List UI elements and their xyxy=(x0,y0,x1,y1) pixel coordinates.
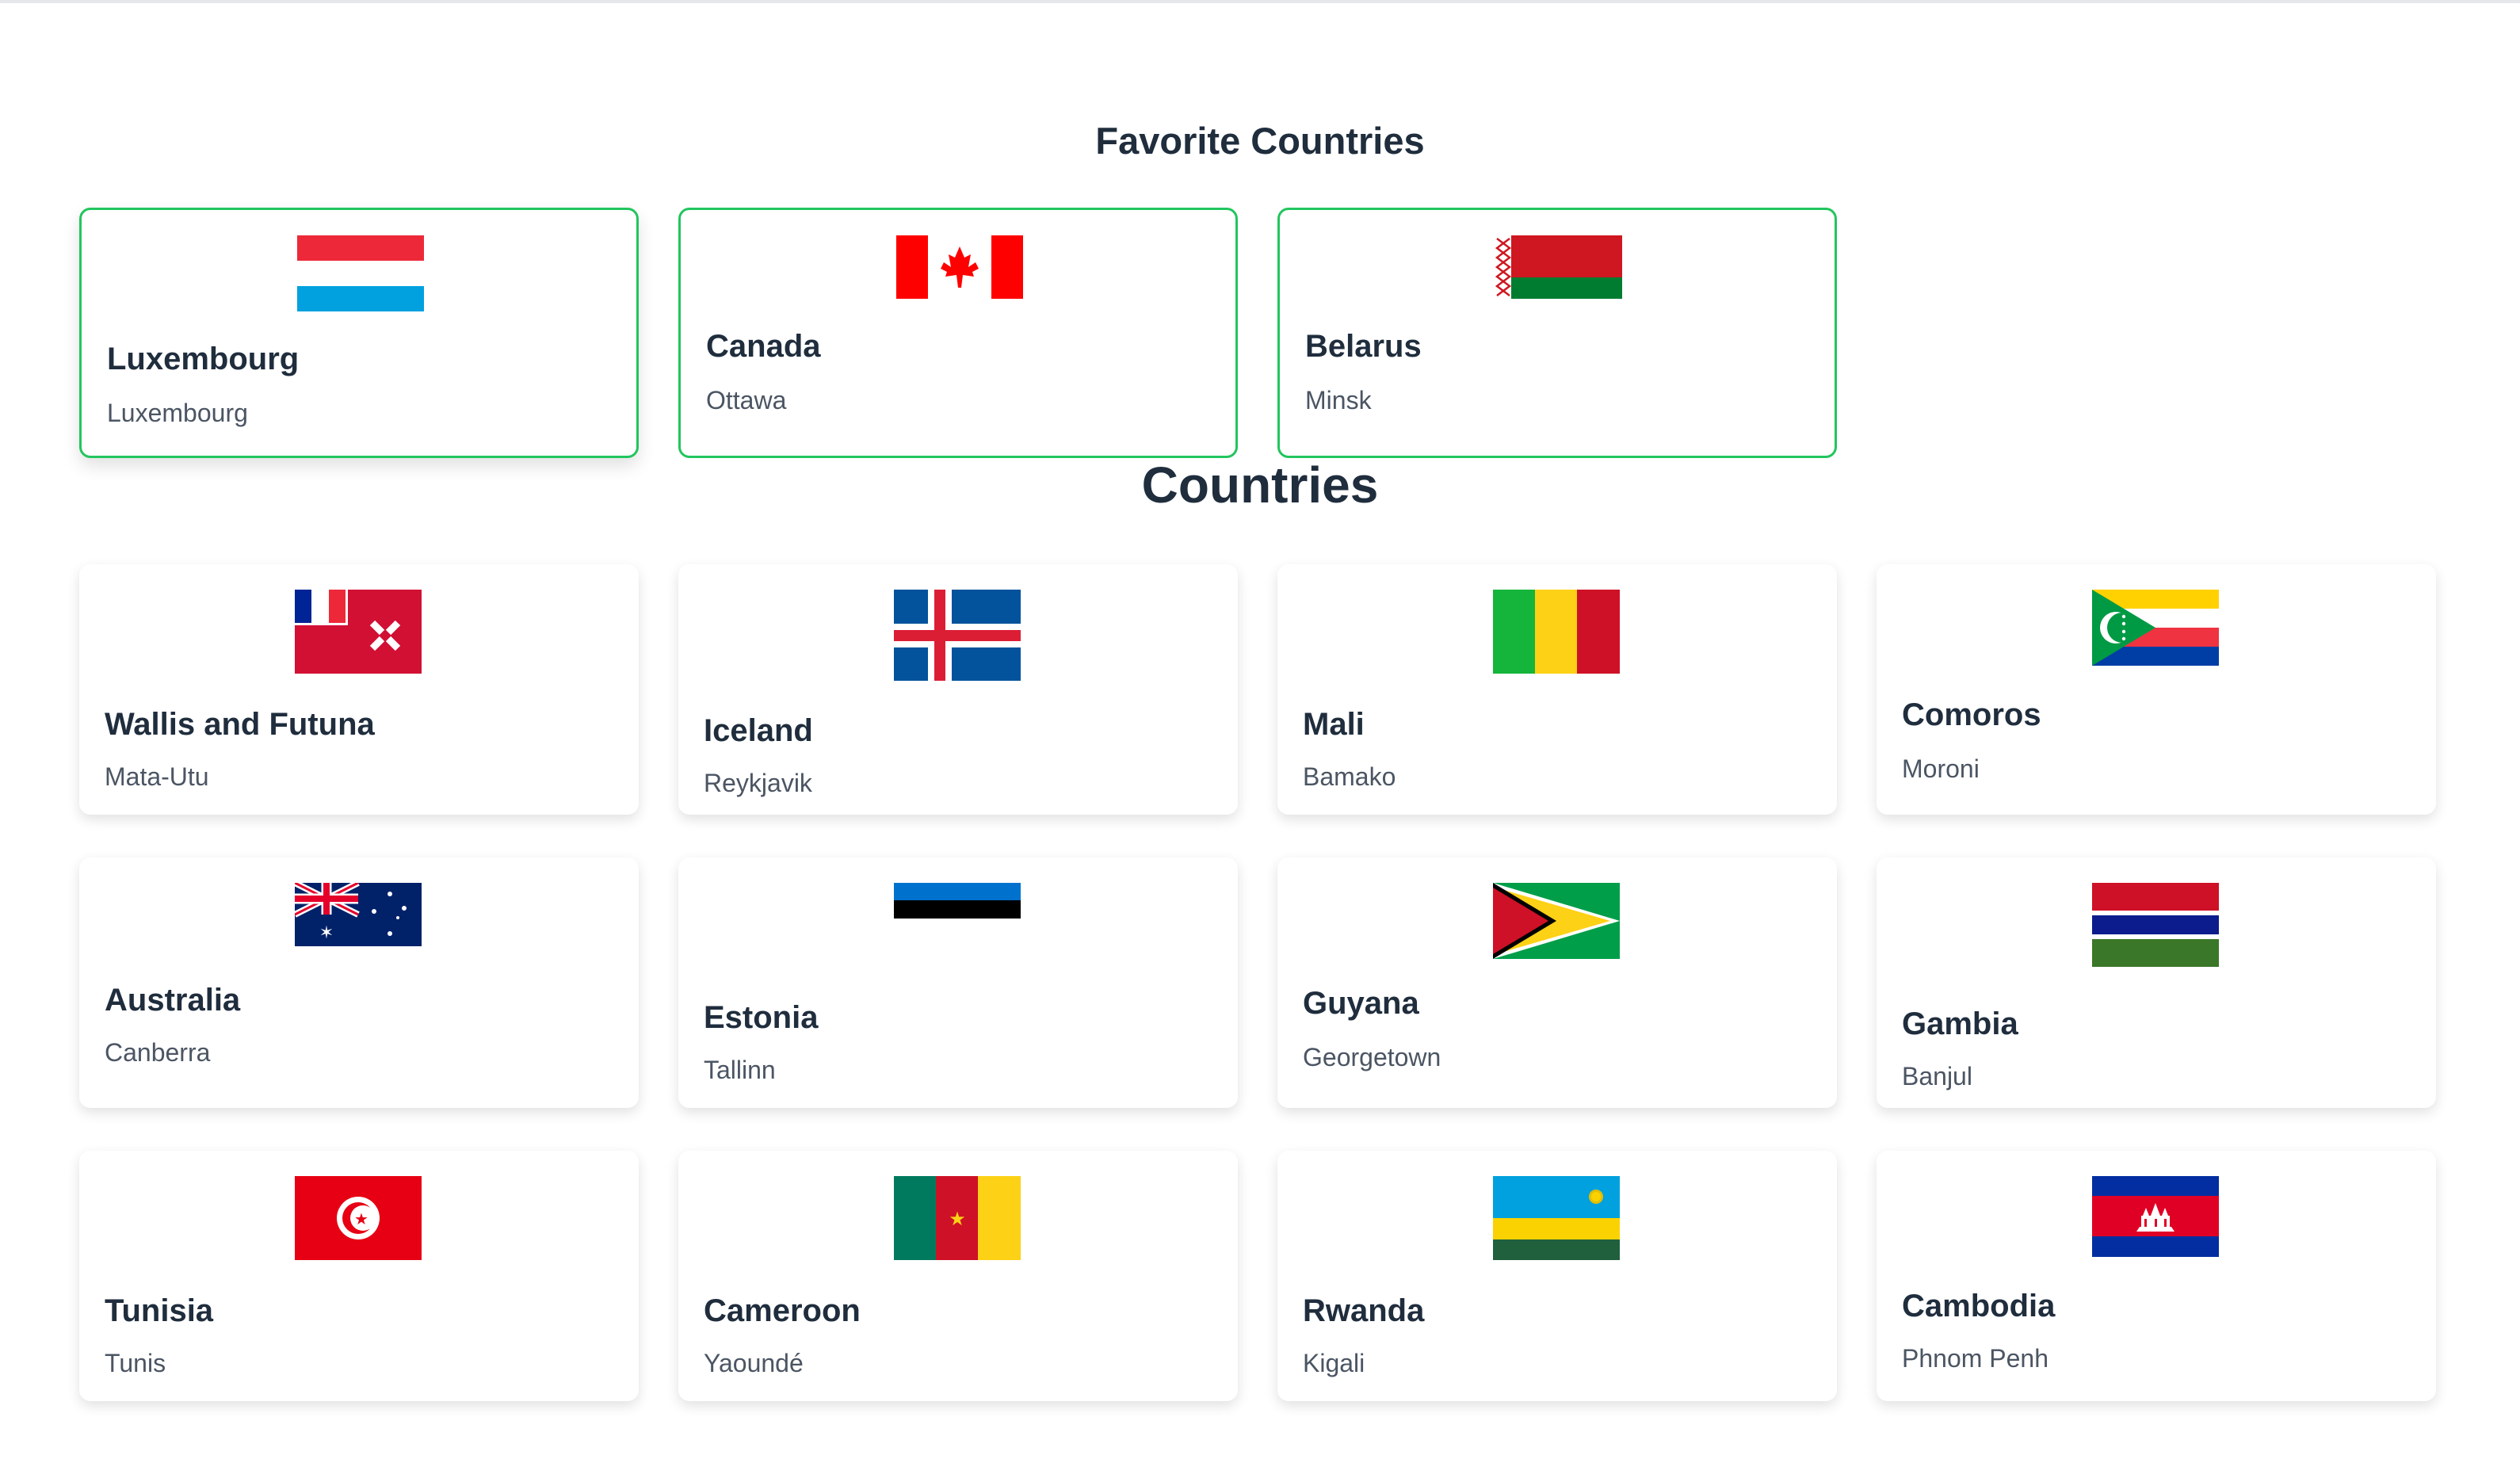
country-capital: Mata-Utu xyxy=(105,762,209,791)
favorite-card-luxembourg[interactable]: Luxembourg Luxembourg xyxy=(79,208,639,458)
cambodia-flag-icon xyxy=(2092,1176,2219,1257)
country-card-guyana[interactable]: Guyana Georgetown xyxy=(1277,857,1837,1108)
svg-text:★: ★ xyxy=(949,1208,966,1230)
country-name: Iceland xyxy=(704,713,813,748)
canada-flag-icon xyxy=(896,235,1023,299)
country-capital: Tallinn xyxy=(704,1056,776,1084)
country-capital: Banjul xyxy=(1902,1062,1972,1090)
luxembourg-flag-icon xyxy=(297,235,424,311)
cameroon-flag-icon: ★ xyxy=(894,1176,1021,1260)
country-card-mali[interactable]: Mali Bamako xyxy=(1277,564,1837,815)
country-name: Estonia xyxy=(704,1000,819,1035)
countries-heading: Countries xyxy=(1141,456,1379,514)
favorite-card-belarus[interactable]: Belarus Minsk xyxy=(1277,208,1837,458)
country-capital: Kigali xyxy=(1303,1349,1365,1377)
country-card-iceland[interactable]: Iceland Reykjavik xyxy=(678,564,1238,815)
guyana-flag-icon xyxy=(1493,883,1620,959)
country-capital: Yaoundé xyxy=(704,1349,804,1377)
country-capital: Reykjavik xyxy=(704,769,812,797)
wallis-and-futuna-flag-icon xyxy=(295,590,422,674)
country-name: Luxembourg xyxy=(107,342,300,376)
country-name: Australia xyxy=(105,983,241,1018)
country-name: Comoros xyxy=(1902,697,2041,732)
country-card-cameroon[interactable]: ★ Cameroon Yaoundé xyxy=(678,1151,1238,1401)
country-card-australia[interactable]: ✶ Australia Canberra xyxy=(79,857,639,1108)
estonia-flag-icon xyxy=(894,883,1021,937)
tunisia-flag-icon: ★ xyxy=(295,1176,422,1260)
svg-text:★: ★ xyxy=(354,1209,368,1228)
country-name: Rwanda xyxy=(1303,1293,1425,1328)
favorite-countries-heading: Favorite Countries xyxy=(1095,120,1425,162)
country-name: Belarus xyxy=(1305,329,1422,364)
country-capital: Canberra xyxy=(105,1038,211,1067)
country-card-wallis-and-futuna[interactable]: Wallis and Futuna Mata-Utu xyxy=(79,564,639,815)
top-divider xyxy=(0,0,2520,3)
country-name: Canada xyxy=(706,329,821,364)
country-capital: Luxembourg xyxy=(107,399,248,427)
country-capital: Georgetown xyxy=(1303,1043,1441,1071)
country-capital: Ottawa xyxy=(706,386,787,414)
country-name: Guyana xyxy=(1303,986,1419,1021)
country-card-estonia[interactable]: Estonia Tallinn xyxy=(678,857,1238,1108)
belarus-flag-icon xyxy=(1495,235,1622,299)
country-capital: Moroni xyxy=(1902,754,1980,783)
country-card-tunisia[interactable]: ★ Tunisia Tunis xyxy=(79,1151,639,1401)
country-name: Gambia xyxy=(1902,1006,2018,1041)
country-card-cambodia[interactable]: Cambodia Phnom Penh xyxy=(1877,1151,2436,1401)
country-name: Cameroon xyxy=(704,1293,861,1328)
rwanda-flag-icon xyxy=(1493,1176,1620,1260)
mali-flag-icon xyxy=(1493,590,1620,674)
country-capital: Minsk xyxy=(1305,386,1372,414)
svg-text:✶: ✶ xyxy=(319,923,334,943)
country-capital: Tunis xyxy=(105,1349,166,1377)
country-capital: Bamako xyxy=(1303,762,1396,791)
country-card-gambia[interactable]: Gambia Banjul xyxy=(1877,857,2436,1108)
country-name: Tunisia xyxy=(105,1293,214,1328)
country-capital: Phnom Penh xyxy=(1902,1344,2049,1373)
country-card-comoros[interactable]: Comoros Moroni xyxy=(1877,564,2436,815)
gambia-flag-icon xyxy=(2092,883,2219,967)
country-name: Cambodia xyxy=(1902,1289,2056,1323)
iceland-flag-icon xyxy=(894,590,1021,681)
comoros-flag-icon xyxy=(2092,590,2219,666)
favorite-card-canada[interactable]: Canada Ottawa xyxy=(678,208,1238,458)
country-card-rwanda[interactable]: Rwanda Kigali xyxy=(1277,1151,1837,1401)
country-name: Wallis and Futuna xyxy=(105,707,375,742)
australia-flag-icon: ✶ xyxy=(295,883,422,946)
country-name: Mali xyxy=(1303,707,1365,742)
